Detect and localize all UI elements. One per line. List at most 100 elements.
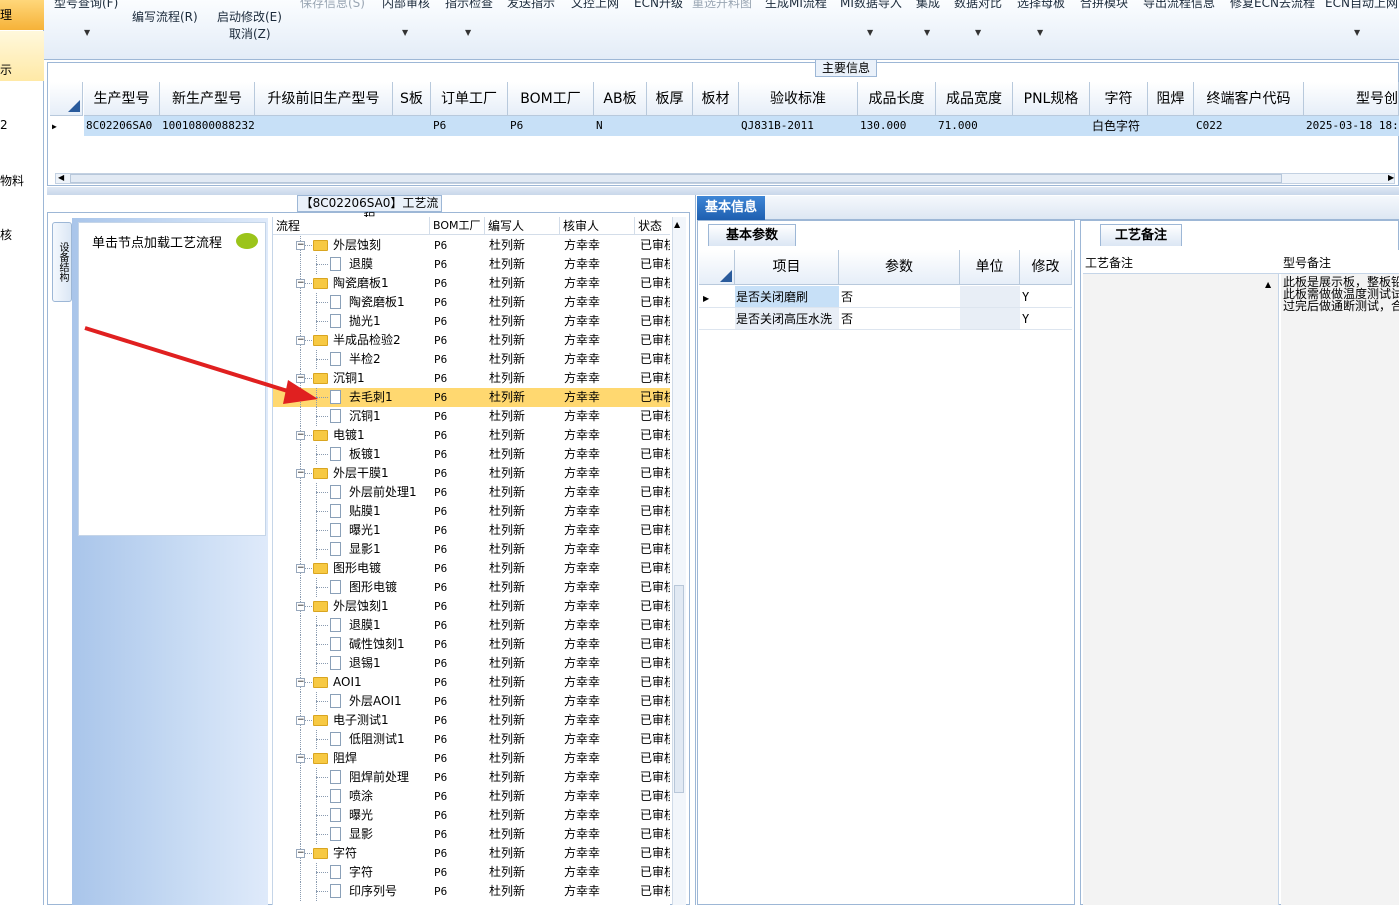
internal-review-button[interactable]: 内部审核 (382, 0, 430, 11)
chevron-down-icon[interactable]: ▼ (867, 28, 873, 37)
tree-step-row[interactable]: 字符 P6 杜列新 方幸幸 已审核 (273, 863, 670, 882)
table-cell[interactable] (1013, 116, 1090, 136)
col-header[interactable]: 生产型号 (84, 82, 160, 116)
tree-group-row[interactable]: − 外层蚀刻1 P6 杜列新 方幸幸 已审核 (273, 597, 670, 616)
col-header[interactable]: 项目 (735, 250, 839, 285)
grid-corner[interactable] (50, 82, 83, 116)
mi-import-button[interactable]: MI数据导入 (840, 0, 902, 11)
select-mother-board-button[interactable]: 选择母板 (1017, 0, 1065, 11)
tree-group-row[interactable]: − 电镀1 P6 杜列新 方幸幸 已审核 (273, 426, 670, 445)
query-model-button[interactable]: 型号查询(F) (54, 0, 118, 11)
table-cell[interactable] (1148, 116, 1194, 136)
tree-step-row[interactable]: 低阻测试1 P6 杜列新 方幸幸 已审核 (273, 730, 670, 749)
col-header[interactable]: PNL规格 (1013, 82, 1090, 116)
tree-step-row[interactable]: 陶瓷磨板1 P6 杜列新 方幸幸 已审核 (273, 293, 670, 312)
nav-item[interactable]: 物料 (0, 172, 44, 189)
chevron-down-icon[interactable]: ▼ (1037, 28, 1043, 37)
generate-mi-flow-button[interactable]: 生成MI流程 (765, 0, 827, 11)
data-compare-button[interactable]: 数据对比 (954, 0, 1002, 11)
nav-item-active[interactable]: 理 (0, 0, 44, 30)
ecn-auto-online-button[interactable]: ECN自动上网 (1325, 0, 1398, 11)
repair-ecn-flow-button[interactable]: 修复ECN去流程 (1230, 0, 1315, 11)
table-cell[interactable]: 2025-03-18 18:35 (1304, 116, 1399, 136)
tree-step-row[interactable]: 曝光1 P6 杜列新 方幸幸 已审核 (273, 521, 670, 540)
table-cell[interactable]: 71.000 (936, 116, 1013, 136)
col-header[interactable]: 成品宽度 (936, 82, 1013, 116)
col-header[interactable]: 新生产型号 (160, 82, 255, 116)
tree-step-row[interactable]: 碱性蚀刻1 P6 杜列新 方幸幸 已审核 (273, 635, 670, 654)
col-header[interactable]: BOM工厂 (508, 82, 594, 116)
tree-group-row[interactable]: − 半成品检验2 P6 杜列新 方幸幸 已审核 (273, 331, 670, 350)
tree-group-row[interactable]: − AOI1 P6 杜列新 方幸幸 已审核 (273, 673, 670, 692)
col-header[interactable]: 板材 (693, 82, 739, 116)
tree-step-row[interactable]: 半检2 P6 杜列新 方幸幸 已审核 (273, 350, 670, 369)
table-cell[interactable] (647, 116, 693, 136)
tree-group-row[interactable]: − 陶瓷磨板1 P6 杜列新 方幸幸 已审核 (273, 274, 670, 293)
write-flow-button[interactable]: 编写流程(R) (132, 8, 198, 25)
tree-step-row[interactable]: 外层前处理1 P6 杜列新 方幸幸 已审核 (273, 483, 670, 502)
chevron-down-icon[interactable]: ▼ (924, 28, 930, 37)
collapse-icon[interactable]: − (296, 336, 305, 345)
table-cell[interactable]: N (594, 116, 647, 136)
tree-step-row[interactable]: 显影 P6 杜列新 方幸幸 已审核 (273, 825, 670, 844)
row-indicator[interactable]: ▶ (699, 286, 735, 308)
scrollbar-thumb[interactable] (674, 585, 684, 793)
tree-group-row[interactable]: − 字符 P6 杜列新 方幸幸 已审核 (273, 844, 670, 863)
param-value-cell[interactable]: 否 (839, 286, 960, 308)
scroll-left-icon[interactable]: ◀ (58, 173, 64, 182)
col-header[interactable]: 终端客户代码 (1194, 82, 1304, 116)
param-unit-cell[interactable] (960, 286, 1020, 308)
cancel-button[interactable]: 取消(Z) (229, 25, 271, 42)
row-indicator[interactable]: ▶ (50, 116, 84, 136)
col-header[interactable]: BOM工厂 (430, 217, 485, 235)
col-header[interactable]: 验收标准 (739, 82, 858, 116)
collapse-icon[interactable]: − (296, 564, 305, 573)
ecn-upgrade-button[interactable]: ECN升级 (634, 0, 683, 11)
tree-step-row[interactable]: 退膜 P6 杜列新 方幸幸 已审核 (273, 255, 670, 274)
chevron-down-icon[interactable]: ▼ (84, 28, 90, 37)
tree-group-row[interactable]: − 外层蚀刻 P6 杜列新 方幸幸 已审核 (273, 236, 670, 255)
param-item-cell[interactable]: 是否关闭磨刷 (735, 286, 839, 308)
tree-group-row[interactable]: − 电子测试1 P6 杜列新 方幸幸 已审核 (273, 711, 670, 730)
collapse-icon[interactable]: − (296, 678, 305, 687)
chevron-down-icon[interactable]: ▼ (975, 28, 981, 37)
tree-step-row[interactable]: 曝光 P6 杜列新 方幸幸 已审核 (273, 806, 670, 825)
table-cell[interactable]: 130.000 (858, 116, 936, 136)
export-flow-info-button[interactable]: 导出流程信息 (1143, 0, 1215, 11)
param-modify-cell[interactable]: Y (1020, 308, 1072, 330)
model-remark-area[interactable] (1281, 274, 1399, 905)
chevron-down-icon[interactable]: ▼ (1354, 28, 1360, 37)
tree-step-row[interactable]: 外层AOI1 P6 杜列新 方幸幸 已审核 (273, 692, 670, 711)
send-instruction-button[interactable]: 发送指示 (507, 0, 555, 11)
param-item-cell[interactable]: 是否关闭高压水洗 (735, 308, 839, 330)
nav-item[interactable]: 核 (0, 226, 44, 243)
collapse-icon[interactable]: − (296, 469, 305, 478)
vertical-scrollbar[interactable]: ▲ (1262, 276, 1276, 905)
collapse-icon[interactable]: − (296, 279, 305, 288)
col-header[interactable]: 型号创 (1304, 82, 1399, 116)
param-value-cell[interactable]: 否 (839, 308, 960, 330)
nav-item[interactable]: 2 (0, 118, 44, 132)
col-header[interactable]: 订单工厂 (431, 82, 508, 116)
collapse-icon[interactable]: − (296, 602, 305, 611)
reselect-cutting-button[interactable]: 重选开料图 (692, 0, 752, 11)
col-header[interactable]: 核审人 (560, 217, 635, 235)
tab-basic-params[interactable]: 基本参数 (708, 224, 796, 246)
col-header[interactable]: 成品长度 (858, 82, 936, 116)
integrate-button[interactable]: 集成 (916, 0, 940, 11)
horizontal-splitter[interactable] (47, 187, 1399, 195)
col-header[interactable]: 修改 (1020, 250, 1072, 285)
col-header[interactable]: 字符 (1090, 82, 1148, 116)
check-instruction-button[interactable]: 指示检查 (445, 0, 493, 11)
scroll-up-icon[interactable]: ▲ (674, 220, 680, 229)
collapse-icon[interactable]: − (296, 849, 305, 858)
save-info-button[interactable]: 保存信息(S) (300, 0, 365, 11)
param-modify-cell[interactable]: Y (1020, 286, 1072, 308)
col-header[interactable]: S板 (393, 82, 431, 116)
tree-step-row[interactable]: 退锡1 P6 杜列新 方幸幸 已审核 (273, 654, 670, 673)
table-cell[interactable]: 白色字符 (1090, 116, 1148, 136)
tree-step-row[interactable]: 沉铜1 P6 杜列新 方幸幸 已审核 (273, 407, 670, 426)
table-cell[interactable]: C022 (1194, 116, 1304, 136)
table-cell[interactable] (393, 116, 431, 136)
col-header[interactable]: 编写人 (485, 217, 560, 235)
